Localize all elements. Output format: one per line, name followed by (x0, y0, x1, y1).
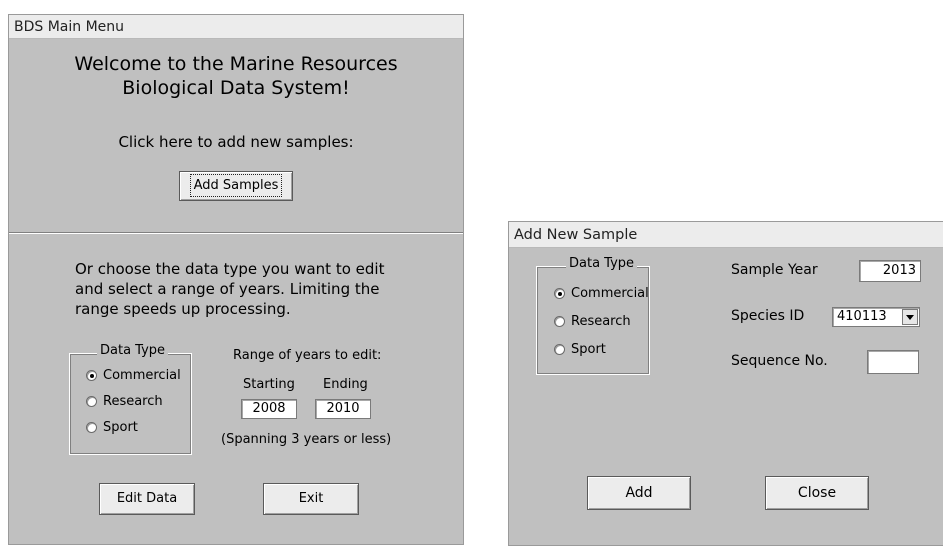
span-note: (Spanning 3 years or less) (221, 432, 392, 447)
radio-empty-icon (554, 316, 565, 327)
add-sample-title: Add New Sample (509, 222, 943, 248)
main-radio-research[interactable]: Research (86, 394, 163, 409)
exit-button-label: Exit (298, 491, 324, 506)
main-radio-research-label: Research (103, 394, 163, 409)
species-id-combobox[interactable]: 410113 (832, 307, 920, 327)
add-new-sample-window: Add New Sample Data Type Commercial Rese… (508, 221, 943, 546)
edit-prompt-line-2: and select a range of years. Limiting th… (75, 280, 380, 298)
add-data-type-legend: Data Type (566, 256, 638, 271)
sample-year-label: Sample Year (731, 262, 818, 278)
main-data-type-legend: Data Type (97, 343, 169, 358)
add-button[interactable]: Add (587, 476, 691, 510)
ending-year-input[interactable]: 2010 (315, 399, 371, 419)
sample-year-input[interactable]: 2013 (859, 260, 921, 282)
radio-selected-icon (86, 370, 97, 381)
main-radio-sport[interactable]: Sport (86, 420, 138, 435)
ending-label: Ending (323, 377, 368, 392)
species-id-dropdown-button[interactable] (902, 309, 918, 325)
welcome-line-1: Welcome to the Marine Resources (74, 53, 398, 75)
add-radio-commercial-label: Commercial (571, 286, 649, 301)
close-button-label: Close (797, 485, 837, 501)
radio-empty-icon (86, 422, 97, 433)
main-menu-title: BDS Main Menu (9, 15, 463, 39)
radio-empty-icon (554, 344, 565, 355)
radio-empty-icon (86, 396, 97, 407)
add-samples-button-label: Add Samples (189, 174, 283, 197)
close-button[interactable]: Close (765, 476, 869, 510)
edit-prompt-line-3: range speeds up processing. (75, 300, 291, 318)
add-radio-sport[interactable]: Sport (554, 342, 606, 357)
sequence-no-input[interactable] (867, 350, 919, 374)
range-label: Range of years to edit: (233, 348, 382, 363)
main-radio-sport-label: Sport (103, 420, 138, 435)
edit-data-button-label: Edit Data (116, 491, 178, 506)
welcome-line-2: Biological Data System! (122, 77, 350, 99)
radio-selected-icon (554, 288, 565, 299)
edit-prompt-line-1: Or choose the data type you want to edit (75, 260, 385, 278)
add-button-label: Add (625, 485, 653, 501)
main-radio-commercial-label: Commercial (103, 368, 181, 383)
starting-label: Starting (243, 377, 295, 392)
add-radio-sport-label: Sport (571, 342, 606, 357)
add-radio-research[interactable]: Research (554, 314, 631, 329)
section-divider (9, 232, 463, 234)
chevron-down-icon (906, 314, 914, 320)
exit-button[interactable]: Exit (263, 483, 359, 515)
starting-year-input[interactable]: 2008 (241, 399, 297, 419)
sequence-no-label: Sequence No. (731, 353, 828, 369)
add-radio-commercial[interactable]: Commercial (554, 286, 649, 301)
edit-data-button[interactable]: Edit Data (99, 483, 195, 515)
species-id-value: 410113 (837, 309, 887, 324)
add-radio-research-label: Research (571, 314, 631, 329)
main-radio-commercial[interactable]: Commercial (86, 368, 181, 383)
add-samples-prompt: Click here to add new samples: (118, 133, 354, 151)
bds-main-menu-window: BDS Main Menu Welcome to the Marine Reso… (8, 14, 464, 545)
add-samples-button[interactable]: Add Samples (179, 171, 293, 201)
species-id-label: Species ID (731, 308, 805, 324)
